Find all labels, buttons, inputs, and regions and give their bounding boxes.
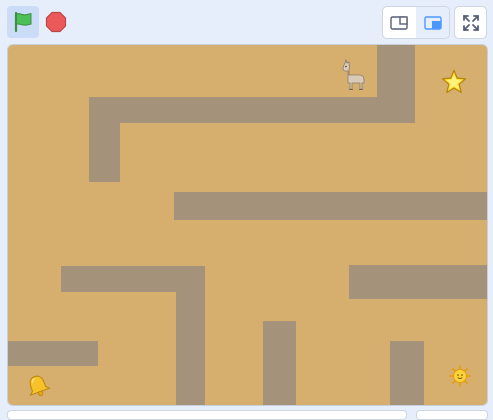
- small-stage-icon: [390, 15, 408, 30]
- stop-sign-icon: [45, 11, 67, 33]
- green-flag-button[interactable]: [7, 6, 39, 38]
- stage-header: [0, 0, 493, 44]
- sun-icon[interactable]: [448, 364, 472, 388]
- sprite-info-panel: [7, 410, 407, 420]
- normal-stage-button[interactable]: [416, 7, 449, 38]
- maze-wall: [263, 321, 296, 405]
- bell-icon[interactable]: [25, 373, 51, 399]
- maze-wall: [8, 341, 98, 366]
- maze-wall: [89, 97, 415, 123]
- backdrop-panel: [416, 410, 488, 420]
- normal-stage-icon: [424, 15, 442, 30]
- llama-icon[interactable]: [339, 59, 369, 91]
- maze-wall: [176, 266, 205, 405]
- fullscreen-button[interactable]: [454, 6, 487, 39]
- maze-wall: [174, 192, 487, 220]
- maze-wall: [89, 97, 120, 182]
- stage-canvas[interactable]: [7, 44, 488, 406]
- green-flag-icon: [14, 11, 32, 33]
- maze-wall: [390, 341, 424, 405]
- fullscreen-icon: [462, 14, 479, 31]
- maze-wall: [349, 265, 487, 299]
- stop-button[interactable]: [41, 6, 71, 38]
- stage-size-toggle: [382, 6, 450, 39]
- maze-wall: [377, 45, 415, 123]
- star-icon[interactable]: [441, 69, 467, 95]
- small-stage-button[interactable]: [383, 7, 416, 38]
